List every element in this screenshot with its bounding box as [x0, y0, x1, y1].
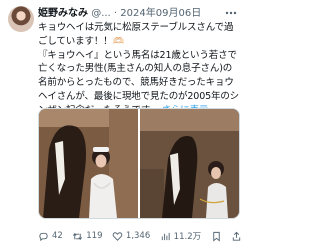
share-icon — [232, 231, 241, 241]
bookmark-button[interactable] — [211, 231, 222, 242]
views-count: 11.2万 — [173, 232, 202, 242]
post-body-line2: 『キョウヘイ』という馬名は21歳という若さで亡くなった男性(馬主さんの知人の息子… — [38, 49, 240, 116]
like-button[interactable]: 1,346 — [112, 231, 150, 242]
author-name[interactable]: 姫野みなみ — [38, 8, 88, 19]
heart-icon — [112, 231, 123, 241]
post-body: キョウヘイは元気に松原ステーブルスさんで過ごしています！！🫶🏻 『キョウヘイ』と… — [38, 21, 240, 118]
post-actions: 42 119 1,346 11.2万 — [38, 229, 242, 243]
views-button[interactable]: 11.2万 — [160, 230, 201, 242]
views-chart-icon — [161, 232, 170, 240]
photo-illustration-1 — [39, 109, 138, 218]
reply-count: 42 — [52, 231, 63, 241]
repost-icon — [73, 232, 83, 240]
photo-illustration-2 — [140, 109, 239, 218]
post-body-line1: キョウヘイは元気に松原ステーブルスさんで過ごしています！！🫶🏻 — [38, 22, 234, 47]
share-button[interactable] — [231, 231, 242, 242]
reply-button[interactable]: 42 — [38, 231, 63, 242]
reply-icon — [39, 232, 48, 241]
separator-dot: · — [113, 8, 118, 19]
post-card[interactable]: 姫野みなみ @... · 2024年09月06日 キョウヘイは元気に松原ステーブ… — [0, 0, 244, 250]
bookmark-icon — [212, 231, 220, 242]
like-count: 1,346 — [125, 231, 151, 241]
photo-horse-and-woman-2[interactable] — [140, 109, 239, 218]
repost-button[interactable]: 119 — [72, 231, 102, 242]
post-date[interactable]: 2024年09月06日 — [120, 8, 201, 19]
post-media[interactable] — [38, 108, 240, 219]
author-handle[interactable]: @... — [91, 8, 111, 19]
photo-horse-and-woman-1[interactable] — [39, 109, 138, 218]
repost-count: 119 — [86, 231, 103, 241]
post-header: 姫野みなみ @... · 2024年09月06日 — [38, 7, 242, 21]
author-avatar[interactable] — [8, 6, 34, 32]
more-options-icon[interactable] — [224, 7, 238, 19]
